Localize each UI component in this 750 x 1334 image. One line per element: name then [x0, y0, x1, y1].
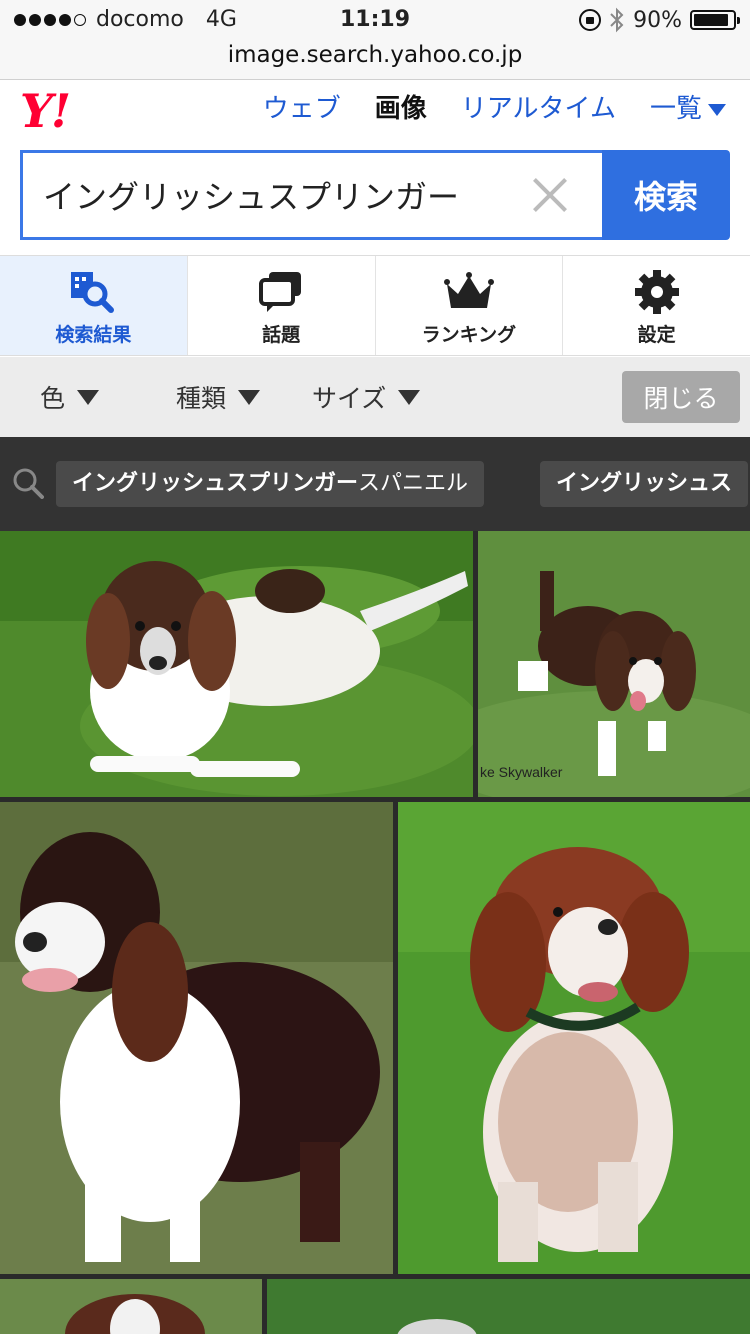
related-chip-bold: イングリッシュス [556, 471, 733, 496]
site-header: Y! ウェブ 画像 リアルタイム 一覧 [0, 80, 750, 140]
dog-photo-4 [398, 802, 750, 1274]
related-searches: イングリッシュスプリンガースパニエル イングリッシュス [0, 437, 750, 531]
dog-photo-2: ke Skywalker [478, 531, 750, 797]
tab-label: 検索結果 [55, 324, 132, 346]
related-chip-rest: スパニエル [358, 471, 469, 496]
rotation-lock-icon [579, 9, 602, 31]
image-result[interactable] [0, 531, 473, 797]
tab-label: 設定 [637, 324, 676, 346]
status-right: 90% [579, 7, 740, 33]
triangle-down-icon [398, 389, 421, 405]
dog-photo-5 [0, 1279, 262, 1334]
clear-icon[interactable] [530, 175, 570, 215]
filter-label: 色 [40, 384, 66, 413]
tab-search-results[interactable]: 検索結果 [0, 256, 188, 355]
image-result[interactable] [398, 802, 750, 1274]
battery-percent: 90% [633, 7, 682, 33]
chat-bubbles-icon [259, 272, 302, 312]
nav-images-current: 画像 [374, 94, 427, 124]
url-text: image.search.yahoo.co.jp [227, 42, 523, 68]
nav-list-label: 一覧 [649, 94, 702, 124]
tab-bar: 検索結果 話題 ランキング 設定 [0, 256, 750, 356]
nav-list-menu[interactable]: 一覧 [650, 88, 726, 125]
yahoo-logo[interactable]: Y! [20, 84, 71, 138]
related-chip[interactable]: イングリッシュス [540, 461, 749, 507]
search-results-icon [71, 272, 115, 313]
search-area: 検索 [0, 140, 750, 256]
filter-size-dropdown[interactable]: サイズ [312, 379, 421, 415]
service-nav: ウェブ 画像 リアルタイム 一覧 [263, 88, 726, 125]
search-button[interactable]: 検索 [602, 150, 730, 240]
filter-label: 種類 [176, 384, 227, 413]
nav-web-link[interactable]: ウェブ [263, 88, 341, 125]
crown-icon [443, 272, 494, 308]
nav-realtime-link[interactable]: リアルタイム [461, 88, 616, 125]
bluetooth-icon [610, 7, 624, 33]
dog-photo-6 [267, 1279, 750, 1334]
battery-icon [690, 10, 740, 30]
image-result[interactable] [267, 1279, 750, 1334]
chevron-down-icon [708, 103, 726, 116]
search-icon [13, 468, 44, 499]
filter-color-dropdown[interactable]: 色 [40, 379, 100, 415]
image-result[interactable] [0, 1279, 262, 1334]
tab-topics[interactable]: 話題 [188, 256, 376, 355]
tab-label: 話題 [262, 324, 301, 346]
dog-photo-3 [0, 802, 393, 1274]
gear-icon [634, 270, 679, 314]
triangle-down-icon [77, 389, 100, 405]
filter-bar: 色 種類 サイズ 閉じる [0, 357, 750, 437]
filter-type-dropdown[interactable]: 種類 [176, 379, 261, 415]
image-caption: ke Skywalker [480, 764, 563, 780]
triangle-down-icon [238, 389, 261, 405]
related-chip-bold: イングリッシュスプリンガー [72, 471, 359, 496]
filter-label: サイズ [312, 384, 387, 413]
tab-label: ランキング [421, 324, 517, 346]
image-result[interactable]: ke Skywalker [478, 531, 750, 797]
url-bar[interactable]: image.search.yahoo.co.jp [0, 40, 750, 80]
search-box [20, 150, 602, 240]
tab-ranking[interactable]: ランキング [376, 256, 564, 355]
image-results-grid: ke Skywalker [0, 531, 750, 1334]
search-input[interactable] [43, 153, 523, 237]
status-bar: docomo 4G 11:19 90% [0, 0, 750, 40]
related-chip[interactable]: イングリッシュスプリンガースパニエル [56, 461, 485, 507]
dog-photo-1 [0, 531, 473, 797]
tab-settings[interactable]: 設定 [563, 256, 750, 355]
close-filters-button[interactable]: 閉じる [622, 371, 740, 423]
image-result[interactable] [0, 802, 393, 1274]
